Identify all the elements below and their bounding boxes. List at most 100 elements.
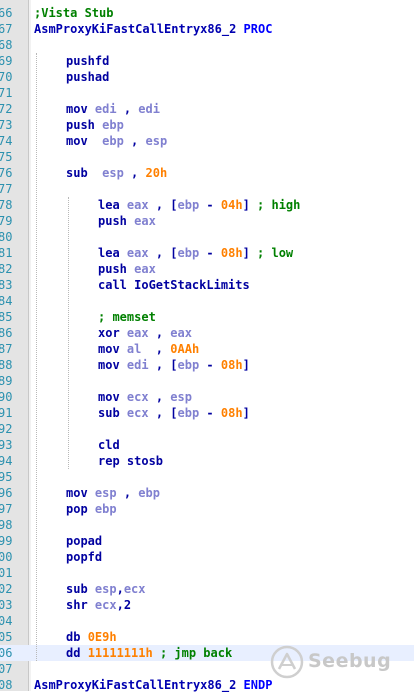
line-number: 77 [0, 182, 13, 196]
code-line[interactable]: 73 push ebp [0, 117, 414, 133]
code-line[interactable]: 95 [0, 469, 414, 485]
code-line[interactable]: 69 pushfd [0, 53, 414, 69]
line-number: 85 [0, 310, 13, 324]
line-number: 82 [0, 262, 13, 276]
line-number: 74 [0, 134, 13, 148]
code-token: , [ [148, 358, 178, 372]
code-line[interactable]: 86 xor eax , eax [0, 325, 414, 341]
code-text: pushad [66, 69, 109, 85]
code-line[interactable]: 04 [0, 613, 414, 629]
code-token: eax [126, 326, 149, 340]
code-line[interactable]: 87 mov al , 0AAh [0, 341, 414, 357]
code-token: edi [138, 102, 160, 116]
code-token: eax [170, 326, 192, 340]
code-line[interactable]: 78 lea eax , [ebp - 04h] ; high [0, 197, 414, 213]
code-line[interactable]: 01 [0, 565, 414, 581]
code-text: pop ebp [66, 501, 117, 517]
code-line[interactable]: 00 popfd [0, 549, 414, 565]
code-token: IoGetStackLimits [134, 278, 250, 292]
code-line[interactable]: 67 AsmProxyKiFastCallEntryx86_2 PROC [0, 21, 414, 37]
code-token: mov [66, 134, 103, 148]
code-token: ebp [102, 118, 124, 132]
code-line[interactable]: 84 [0, 293, 414, 309]
code-line[interactable]: 75 [0, 149, 414, 165]
code-token: , [ [148, 198, 178, 212]
code-token: - [199, 246, 221, 260]
code-line[interactable]: 93 cld [0, 437, 414, 453]
code-line[interactable]: 74 mov ebp , esp [0, 133, 414, 149]
code-line[interactable]: 70 pushad [0, 69, 414, 85]
code-line[interactable]: 94 rep stosb [0, 453, 414, 469]
code-token: pop [66, 502, 95, 516]
code-token: esp [94, 486, 117, 500]
code-token: - [199, 198, 221, 212]
code-token: push [98, 262, 135, 276]
code-line[interactable]: 83 call IoGetStackLimits [0, 277, 414, 293]
code-token: , [ [148, 406, 178, 420]
code-text: sub esp , 20h [66, 165, 167, 181]
code-token: - [199, 406, 221, 420]
code-token: lea [98, 246, 127, 260]
code-line[interactable]: 72 mov edi , edi [0, 101, 414, 117]
code-token: 04h [220, 198, 243, 212]
code-token: mov [98, 390, 127, 404]
code-line[interactable]: 82 push eax [0, 261, 414, 277]
code-line[interactable]: 90 mov ecx , esp [0, 389, 414, 405]
code-token: pushad [66, 70, 110, 84]
code-text: dd 11111111h ; jmp back [66, 645, 232, 661]
line-number: 70 [0, 70, 13, 84]
indent-guide [36, 53, 37, 661]
code-text: cld [98, 437, 120, 453]
code-line[interactable]: 81 lea eax , [ebp - 08h] ; low [0, 245, 414, 261]
code-line[interactable]: 85 ; memset [0, 309, 414, 325]
line-number: 90 [0, 390, 13, 404]
code-line[interactable]: 89 [0, 373, 414, 389]
line-number: 93 [0, 438, 13, 452]
code-line[interactable]: 99 popad [0, 533, 414, 549]
code-token: popfd [66, 550, 103, 564]
code-text: pushfd [66, 53, 109, 69]
line-number: 00 [0, 550, 13, 564]
code-line[interactable]: 76 sub esp , 20h [0, 165, 414, 181]
code-line[interactable]: 98 [0, 517, 414, 533]
code-editor[interactable]: 66 ;Vista Stub 67 AsmProxyKiFastCallEntryx8… [0, 0, 414, 692]
code-line[interactable]: 97 pop ebp [0, 501, 414, 517]
code-token: ] [242, 406, 250, 420]
code-text: shr ecx,2 [66, 597, 131, 613]
code-text: mov esp , ebp [66, 485, 160, 501]
code-line[interactable]: 03 shr ecx,2 [0, 597, 414, 613]
code-line[interactable]: 71 [0, 85, 414, 101]
code-line[interactable]: 66 ;Vista Stub [0, 5, 414, 21]
code-line[interactable]: 92 [0, 421, 414, 437]
code-token: ] [242, 246, 258, 260]
code-line[interactable]: 88 mov edi , [ebp - 08h] [0, 357, 414, 373]
line-number: 80 [0, 230, 13, 244]
line-number: 01 [0, 566, 13, 580]
code-token: ebp [138, 486, 160, 500]
code-line[interactable]: 91 sub ecx , [ebp - 08h] [0, 405, 414, 421]
code-text: mov edi , [ebp - 08h] [98, 357, 250, 373]
line-number: 96 [0, 486, 13, 500]
line-number: 06 [0, 646, 13, 660]
code-token: , [116, 102, 139, 116]
code-line[interactable]: 96 mov esp , ebp [0, 485, 414, 501]
code-line[interactable]: 77 [0, 181, 414, 197]
code-token: edi [94, 102, 117, 116]
line-number: 89 [0, 374, 13, 388]
line-number: 69 [0, 54, 13, 68]
code-text: popad [66, 533, 102, 549]
code-line[interactable]: 80 [0, 229, 414, 245]
line-number: 05 [0, 630, 13, 644]
code-token: popad [66, 534, 103, 548]
code-line[interactable]: 68 [0, 37, 414, 53]
code-line[interactable]: 79 push eax [0, 213, 414, 229]
code-token: dd [66, 646, 88, 660]
line-number: 07 [0, 662, 13, 676]
code-token: eax [126, 198, 149, 212]
line-number: 04 [0, 614, 13, 628]
code-token: push [98, 214, 135, 228]
line-number: 92 [0, 422, 13, 436]
code-token: 2 [123, 598, 132, 612]
code-token: AsmProxyKiFastCallEntryx86_2 [34, 678, 244, 692]
code-line[interactable]: 02 sub esp,ecx [0, 581, 414, 597]
